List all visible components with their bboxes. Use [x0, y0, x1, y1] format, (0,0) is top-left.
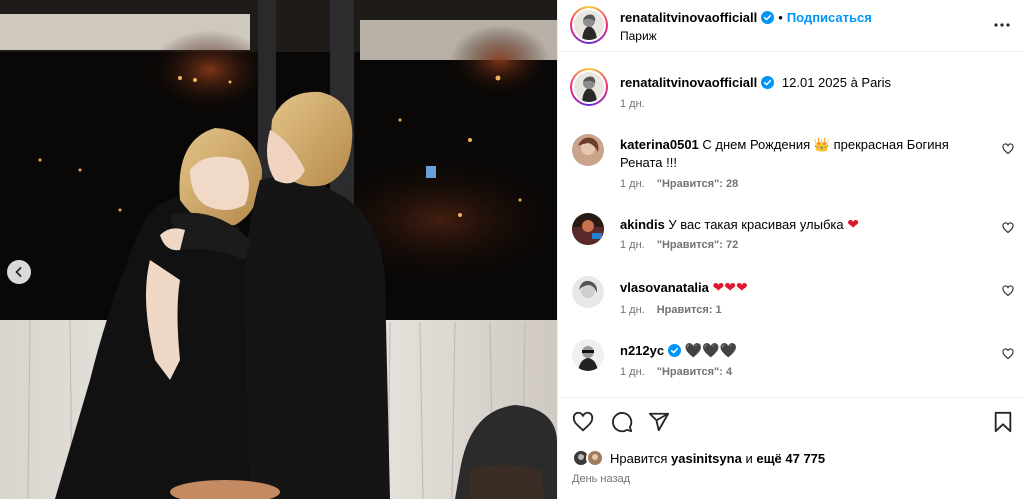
photo-image	[0, 0, 557, 499]
post-side-panel: renatalitvinovaofficiall • Подписаться Пар…	[557, 0, 1024, 499]
comment-text-part: С днем Рождения	[702, 137, 811, 152]
commenter-avatar-image	[572, 339, 604, 371]
post-time[interactable]: День назад	[572, 473, 630, 485]
author-avatar[interactable]	[570, 6, 608, 44]
comment-likes[interactable]: "Нравится": 4	[657, 366, 732, 378]
share-icon[interactable]	[648, 411, 670, 433]
caption-time[interactable]: 1 дн.	[620, 98, 645, 110]
header-user-line: renatalitvinovaofficiall • Подписаться	[620, 10, 872, 25]
comment-username[interactable]: n212yc	[620, 343, 664, 358]
caption-line: renatalitvinovaofficiall 12.01 2025 à Pa…	[620, 75, 891, 90]
verified-icon	[761, 76, 775, 89]
likes-prefix: Нравится	[610, 450, 668, 466]
caption-username[interactable]: renatalitvinovaofficiall	[620, 75, 757, 90]
follow-button[interactable]: Подписаться	[787, 10, 872, 25]
comment-icon[interactable]	[611, 411, 633, 433]
verified-icon	[668, 344, 682, 357]
likes-mid: и	[745, 450, 753, 466]
previous-photo-button[interactable]	[7, 260, 31, 284]
caption-author-avatar[interactable]	[570, 68, 608, 106]
comment-text-part: У вас такая красивая улыбка	[668, 217, 844, 232]
comment-time[interactable]: 1 дн.	[620, 239, 645, 251]
comment-time[interactable]: 1 дн.	[620, 366, 645, 378]
bookmark-icon[interactable]	[993, 411, 1013, 433]
commenter-avatar[interactable]	[572, 134, 604, 166]
caption-avatar-image	[574, 72, 604, 102]
separator-dot: •	[778, 10, 783, 25]
instagram-post-view: renatalitvinovaofficiall • Подписаться Пар…	[0, 0, 1024, 499]
heart-icon[interactable]	[1002, 348, 1014, 360]
post-photo[interactable]	[0, 0, 557, 499]
post-header: renatalitvinovaofficiall • Подписаться Пар…	[558, 0, 1024, 52]
heart-icon[interactable]	[1002, 285, 1014, 297]
commenter-avatar[interactable]	[572, 276, 604, 308]
comment-meta: 1 дн. "Нравится": 28	[620, 178, 738, 190]
comment-time[interactable]: 1 дн.	[620, 178, 645, 190]
more-horizontal-icon[interactable]	[993, 16, 1011, 34]
comment-likes[interactable]: "Нравится": 28	[657, 178, 738, 190]
liker-avatar-image	[588, 451, 602, 465]
comment-username[interactable]: vlasovanatalia	[620, 280, 709, 295]
comment-time[interactable]: 1 дн.	[620, 304, 645, 316]
post-location[interactable]: Париж	[620, 29, 657, 43]
comment-likes[interactable]: Нравится: 1	[657, 304, 722, 316]
comment-username[interactable]: katerina0501	[620, 137, 699, 152]
comment-text: n212yc 🖤🖤🖤	[620, 341, 990, 360]
caption-text: 12.01 2025 à Paris	[781, 75, 892, 90]
liker-avatar	[586, 449, 604, 467]
commenter-avatar[interactable]	[572, 339, 604, 371]
commenter-avatar-image	[572, 276, 604, 308]
commenter-avatar[interactable]	[572, 213, 604, 245]
heart-icon[interactable]	[1002, 143, 1014, 155]
chevron-left-icon	[15, 267, 22, 277]
commenter-avatar-image	[572, 213, 604, 245]
heart-icon[interactable]	[572, 411, 594, 433]
likes-username[interactable]: yasinitsyna	[671, 451, 742, 466]
author-username[interactable]: renatalitvinovaofficiall	[620, 10, 757, 25]
comment-text: akindis У вас такая красивая улыбка ❤	[620, 215, 990, 234]
heart-emoji: ❤	[847, 216, 859, 232]
comment-username[interactable]: akindis	[620, 217, 665, 232]
comment-likes[interactable]: "Нравится": 72	[657, 239, 738, 251]
commenter-avatar-image	[572, 134, 604, 166]
likes-summary: Нравится yasinitsyna и ещё 47 775	[572, 449, 825, 467]
post-action-bar	[558, 397, 1024, 443]
comment-text: katerina0501 С днем Рождения 👑 прекрасна…	[620, 136, 990, 172]
heart-icon[interactable]	[1002, 222, 1014, 234]
verified-icon	[761, 11, 775, 24]
likes-count[interactable]: ещё 47 775	[756, 451, 825, 466]
comment-text: vlasovanatalia ❤❤❤	[620, 278, 990, 297]
black-hearts-emoji: 🖤🖤🖤	[684, 342, 738, 358]
author-avatar-image	[574, 10, 604, 40]
comment-meta: 1 дн. Нравится: 1	[620, 304, 722, 316]
likers-avatars[interactable]	[572, 449, 604, 467]
comment-meta: 1 дн. "Нравится": 4	[620, 366, 732, 378]
hearts-emoji: ❤❤❤	[712, 279, 748, 295]
comment-meta: 1 дн. "Нравится": 72	[620, 239, 738, 251]
crown-emoji: 👑	[813, 137, 830, 152]
